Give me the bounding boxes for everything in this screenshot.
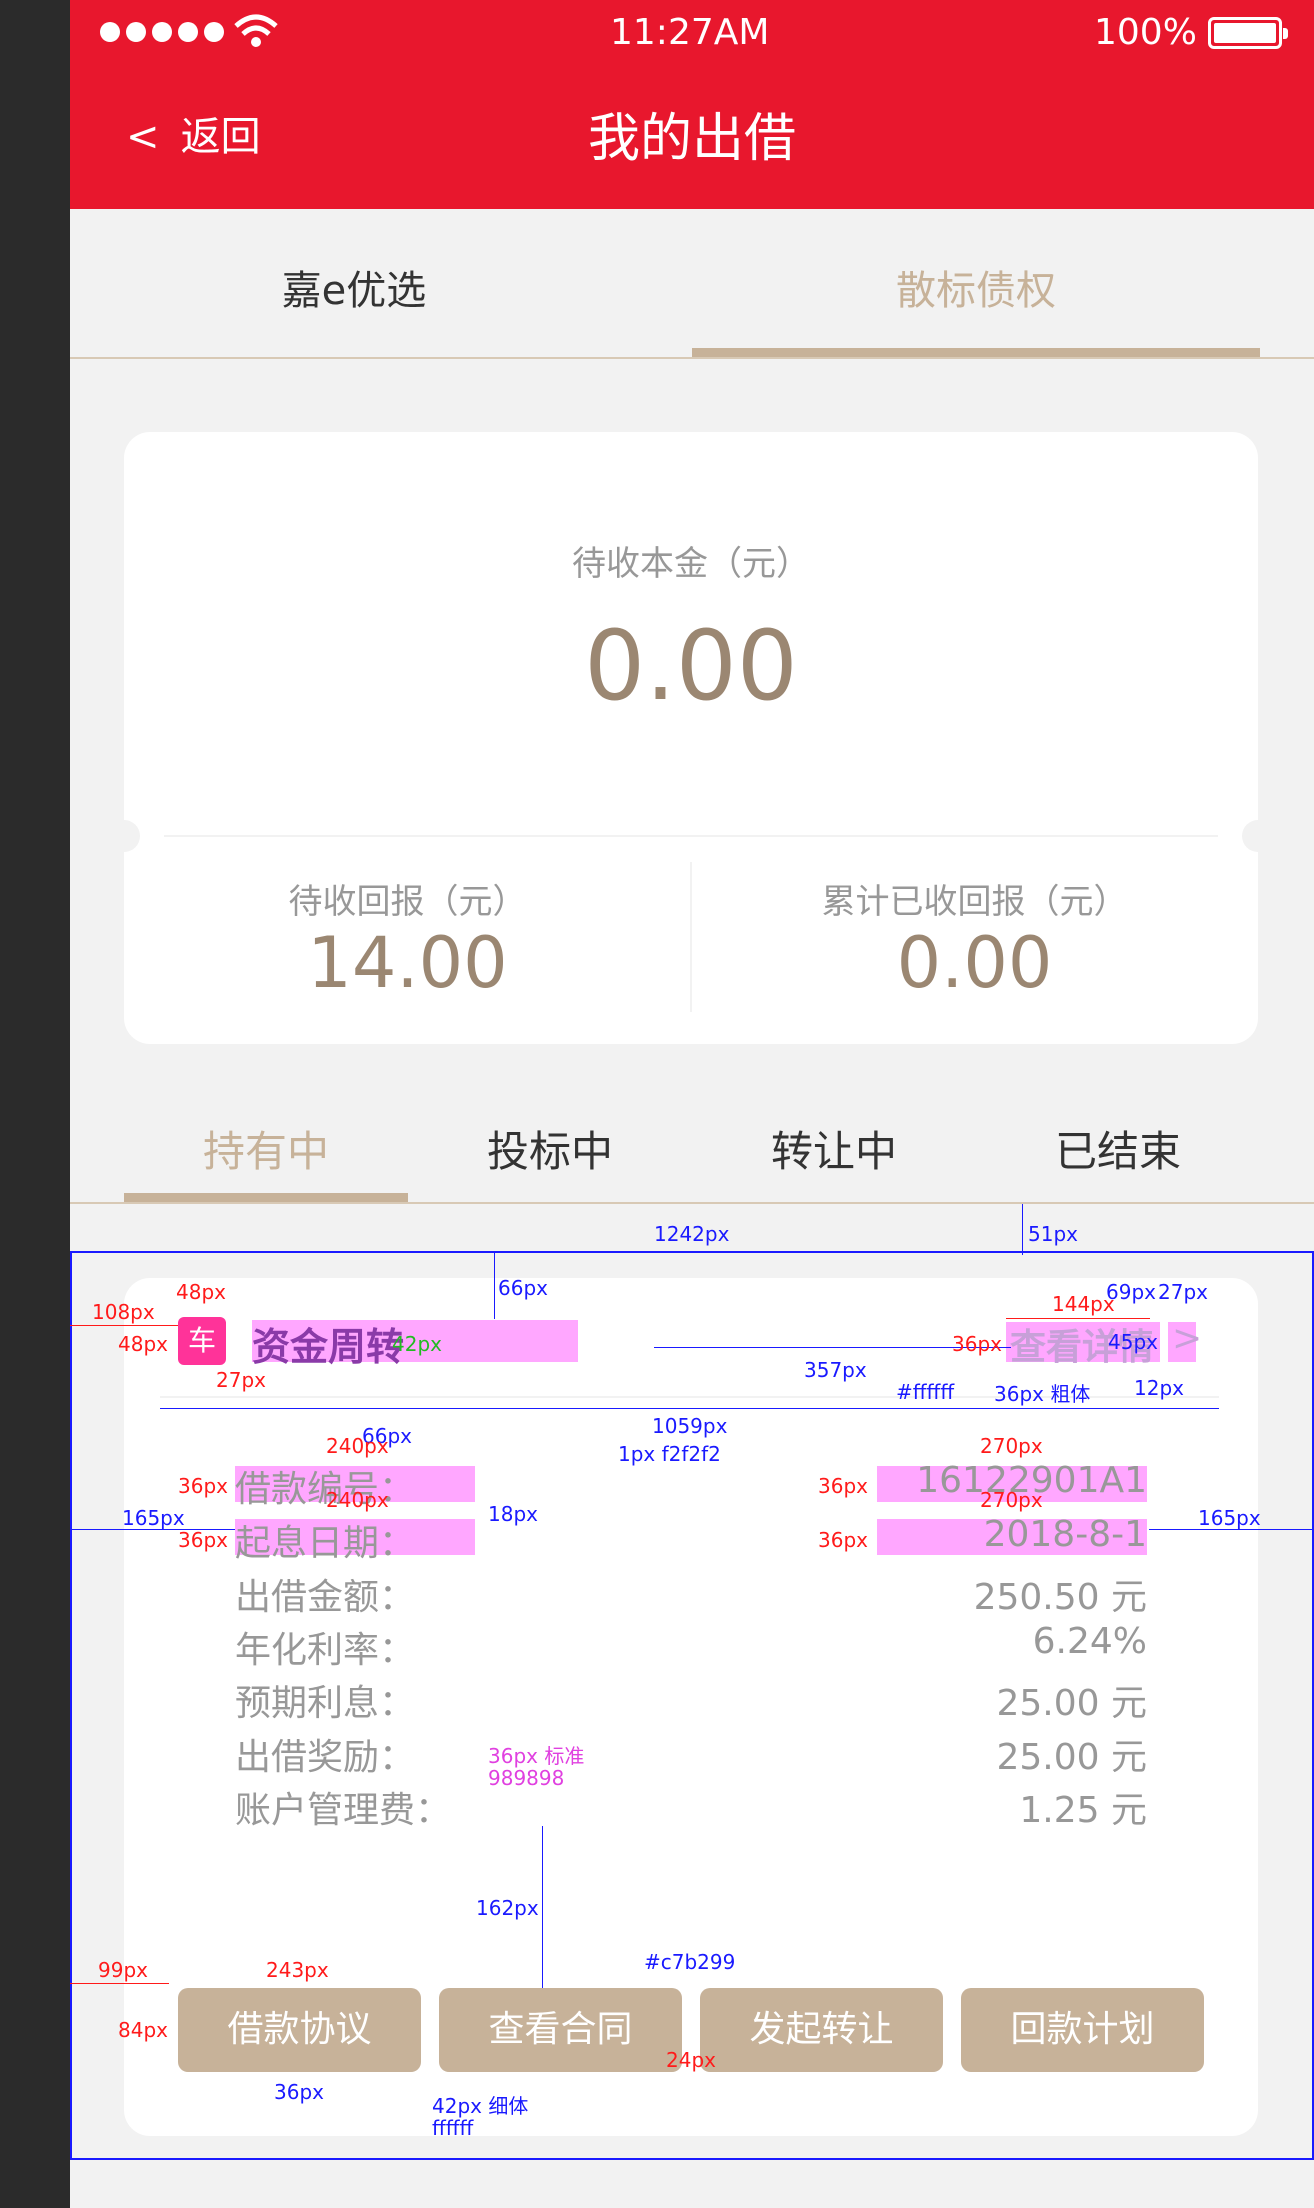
measure-label-36d: 36px	[818, 1474, 868, 1498]
measure-label-btn-color: #c7b299	[644, 1950, 736, 1974]
measure-label-std-color: 989898	[488, 1766, 565, 1790]
measure-label-48h: 48px	[118, 1332, 168, 1356]
notch-right	[1242, 820, 1274, 852]
principal-value: 0.00	[584, 610, 798, 722]
measure-label-165a: 165px	[122, 1506, 185, 1530]
measure-label-42: 42px	[392, 1332, 442, 1356]
measure-line-108	[70, 1325, 178, 1326]
measure-label-36e: 36px	[818, 1528, 868, 1552]
measure-label-270b: 270px	[980, 1488, 1043, 1512]
subtabs-divider	[70, 1202, 1314, 1204]
measure-label-1242: 1242px	[654, 1222, 730, 1246]
pending-label: 待收回报（元）	[288, 882, 527, 922]
measure-label-27: 27px	[216, 1368, 266, 1392]
measure-label-84: 84px	[118, 2018, 168, 2042]
measure-line-66a	[494, 1253, 495, 1319]
measure-label-240a: 240px	[326, 1434, 389, 1458]
phone-screen: 11:27AM 100% < 返回 我的出借 嘉e优选 散标债权 待收本金（元）…	[70, 0, 1314, 2208]
principal-label: 待收本金（元）	[572, 544, 810, 584]
tab-transferring[interactable]: 转让中	[692, 1118, 976, 1179]
measure-label-36c: 36px	[178, 1528, 228, 1552]
notch-left	[108, 820, 140, 852]
tab-sanbiao-zhaiquan[interactable]: 散标债权	[692, 258, 1260, 316]
signal-icon	[100, 22, 224, 46]
measure-label-45: 45px	[1108, 1330, 1158, 1354]
tab-holding[interactable]: 持有中	[124, 1118, 408, 1179]
measure-label-27b: 27px	[1158, 1280, 1208, 1304]
tab-bidding[interactable]: 投标中	[408, 1118, 692, 1179]
measure-label-thin-color: ffffff	[432, 2116, 474, 2140]
measure-label-36f: 36px	[274, 2080, 324, 2104]
summary-divider	[164, 835, 1218, 837]
measure-label-240b: 240px	[326, 1488, 389, 1512]
measure-label-bold: 36px 粗体	[994, 1382, 1091, 1406]
page-title: 我的出借	[587, 109, 796, 169]
measure-label-66a: 66px	[498, 1276, 548, 1300]
measure-label-162: 162px	[476, 1896, 539, 1920]
measure-label-color-fff: #ffffff	[896, 1380, 955, 1404]
measure-label-12: 12px	[1134, 1376, 1184, 1400]
measure-label-36a: 36px	[952, 1332, 1002, 1356]
measure-label-std: 36px 标准	[488, 1744, 585, 1768]
measure-label-1059: 1059px	[652, 1414, 728, 1438]
measure-label-99: 99px	[98, 1958, 148, 1982]
received-value: 0.00	[896, 922, 1053, 1004]
measure-label-165b: 165px	[1198, 1506, 1261, 1530]
battery-percent: 100%	[1094, 12, 1197, 53]
measure-label-51: 51px	[1028, 1222, 1078, 1246]
wifi-icon	[234, 14, 278, 47]
tabs-divider	[70, 357, 1314, 359]
measure-label-69: 69px	[1106, 1280, 1156, 1304]
measure-label-24: 24px	[666, 2048, 716, 2072]
top-bar: 11:27AM 100% < 返回 我的出借	[70, 0, 1314, 209]
measure-label-108: 108px	[92, 1300, 155, 1324]
pending-value: 14.00	[307, 922, 508, 1004]
measure-line-162	[542, 1826, 543, 1988]
measure-label-line-note: 1px f2f2f2	[618, 1442, 721, 1466]
measure-label-36b: 36px	[178, 1474, 228, 1498]
measure-label-357: 357px	[804, 1358, 867, 1382]
measure-line-144	[1006, 1318, 1150, 1319]
battery-icon	[1208, 17, 1288, 49]
measure-line-1059	[160, 1408, 1219, 1409]
measure-label-270a: 270px	[980, 1434, 1043, 1458]
tab-ended[interactable]: 已结束	[976, 1118, 1260, 1179]
measure-line-99	[70, 1983, 169, 1984]
measure-label-48w: 48px	[176, 1280, 226, 1304]
measure-line-1242	[70, 1251, 1314, 1252]
tab-jiae-youxuan[interactable]: 嘉e优选	[70, 258, 638, 316]
measure-label-243: 243px	[266, 1958, 329, 1982]
status-time: 11:27AM	[610, 12, 770, 53]
received-label: 累计已收回报（元）	[821, 882, 1128, 922]
measure-line-51	[1022, 1204, 1023, 1255]
measure-label-18: 18px	[488, 1502, 538, 1526]
measure-label-thin: 42px 细体	[432, 2094, 529, 2118]
summary-card: 待收本金（元） 0.00 待收回报（元） 14.00 累计已收回报（元） 0.0…	[108, 432, 1274, 1044]
